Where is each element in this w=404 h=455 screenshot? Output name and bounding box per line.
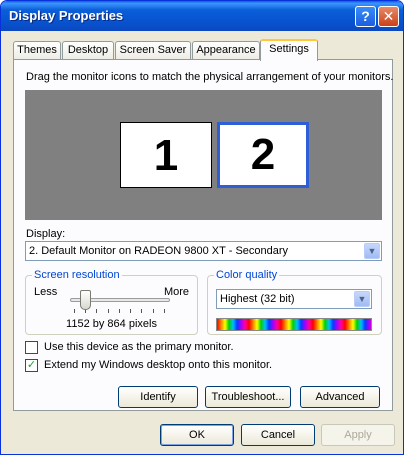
chevron-down-icon[interactable]: ▼ bbox=[364, 243, 380, 259]
troubleshoot-button[interactable]: Troubleshoot... bbox=[205, 386, 291, 408]
color-quality-value: Highest (32 bit) bbox=[220, 293, 295, 305]
tab-settings[interactable]: Settings bbox=[260, 39, 318, 61]
tab-appearance[interactable]: Appearance bbox=[192, 41, 260, 60]
slider-tick bbox=[141, 309, 142, 313]
less-label: Less bbox=[34, 286, 58, 298]
slider-tick bbox=[164, 309, 165, 313]
monitor-2-icon[interactable]: 2 bbox=[217, 122, 309, 188]
apply-button[interactable]: Apply bbox=[321, 424, 395, 446]
monitor-arrangement-area: 1 2 bbox=[25, 90, 382, 220]
display-properties-window: Display Properties ? ✕ Themes Desktop Sc… bbox=[0, 0, 404, 455]
display-select[interactable]: 2. Default Monitor on RADEON 9800 XT - S… bbox=[25, 241, 382, 261]
screen-resolution-group: Screen resolution Less More 1152 by 864 … bbox=[25, 269, 198, 335]
monitor-1-icon[interactable]: 1 bbox=[120, 122, 212, 188]
screen-resolution-legend: Screen resolution bbox=[32, 269, 122, 281]
slider-tick bbox=[130, 309, 131, 313]
ok-button[interactable]: OK bbox=[160, 424, 234, 446]
tab-screen-saver[interactable]: Screen Saver bbox=[115, 41, 191, 60]
primary-monitor-label[interactable]: Use this device as the primary monitor. bbox=[44, 341, 234, 353]
display-select-value: 2. Default Monitor on RADEON 9800 XT - S… bbox=[29, 245, 289, 257]
resolution-value: 1152 by 864 pixels bbox=[66, 318, 157, 330]
color-quality-legend: Color quality bbox=[214, 269, 280, 281]
more-label: More bbox=[163, 286, 189, 298]
instruction-text: Drag the monitor icons to match the phys… bbox=[26, 71, 394, 83]
extend-desktop-checkbox[interactable]: ✓ bbox=[25, 359, 38, 372]
close-button[interactable]: ✕ bbox=[378, 6, 399, 27]
primary-monitor-checkbox[interactable] bbox=[25, 341, 38, 354]
settings-panel: Drag the monitor icons to match the phys… bbox=[13, 59, 393, 411]
slider-tick bbox=[96, 309, 97, 313]
resolution-slider-thumb[interactable] bbox=[80, 290, 91, 310]
window-title: Display Properties bbox=[9, 8, 124, 23]
slider-tick bbox=[119, 309, 120, 313]
title-bar[interactable]: Display Properties ? ✕ bbox=[1, 1, 403, 31]
extend-desktop-label[interactable]: Extend my Windows desktop onto this moni… bbox=[44, 359, 272, 371]
help-button[interactable]: ? bbox=[355, 6, 376, 27]
identify-button[interactable]: Identify bbox=[118, 386, 198, 408]
color-quality-group: Color quality Highest (32 bit) ▼ bbox=[207, 269, 382, 335]
display-label: Display: bbox=[26, 228, 66, 240]
slider-tick bbox=[74, 309, 75, 313]
slider-tick bbox=[153, 309, 154, 313]
slider-tick bbox=[108, 309, 109, 313]
tab-desktop[interactable]: Desktop bbox=[62, 41, 114, 60]
color-quality-select[interactable]: Highest (32 bit) ▼ bbox=[216, 289, 372, 309]
tab-themes[interactable]: Themes bbox=[13, 41, 61, 60]
chevron-down-icon[interactable]: ▼ bbox=[354, 291, 370, 307]
advanced-button[interactable]: Advanced bbox=[300, 386, 380, 408]
color-preview-bar bbox=[216, 318, 372, 331]
cancel-button[interactable]: Cancel bbox=[241, 424, 315, 446]
